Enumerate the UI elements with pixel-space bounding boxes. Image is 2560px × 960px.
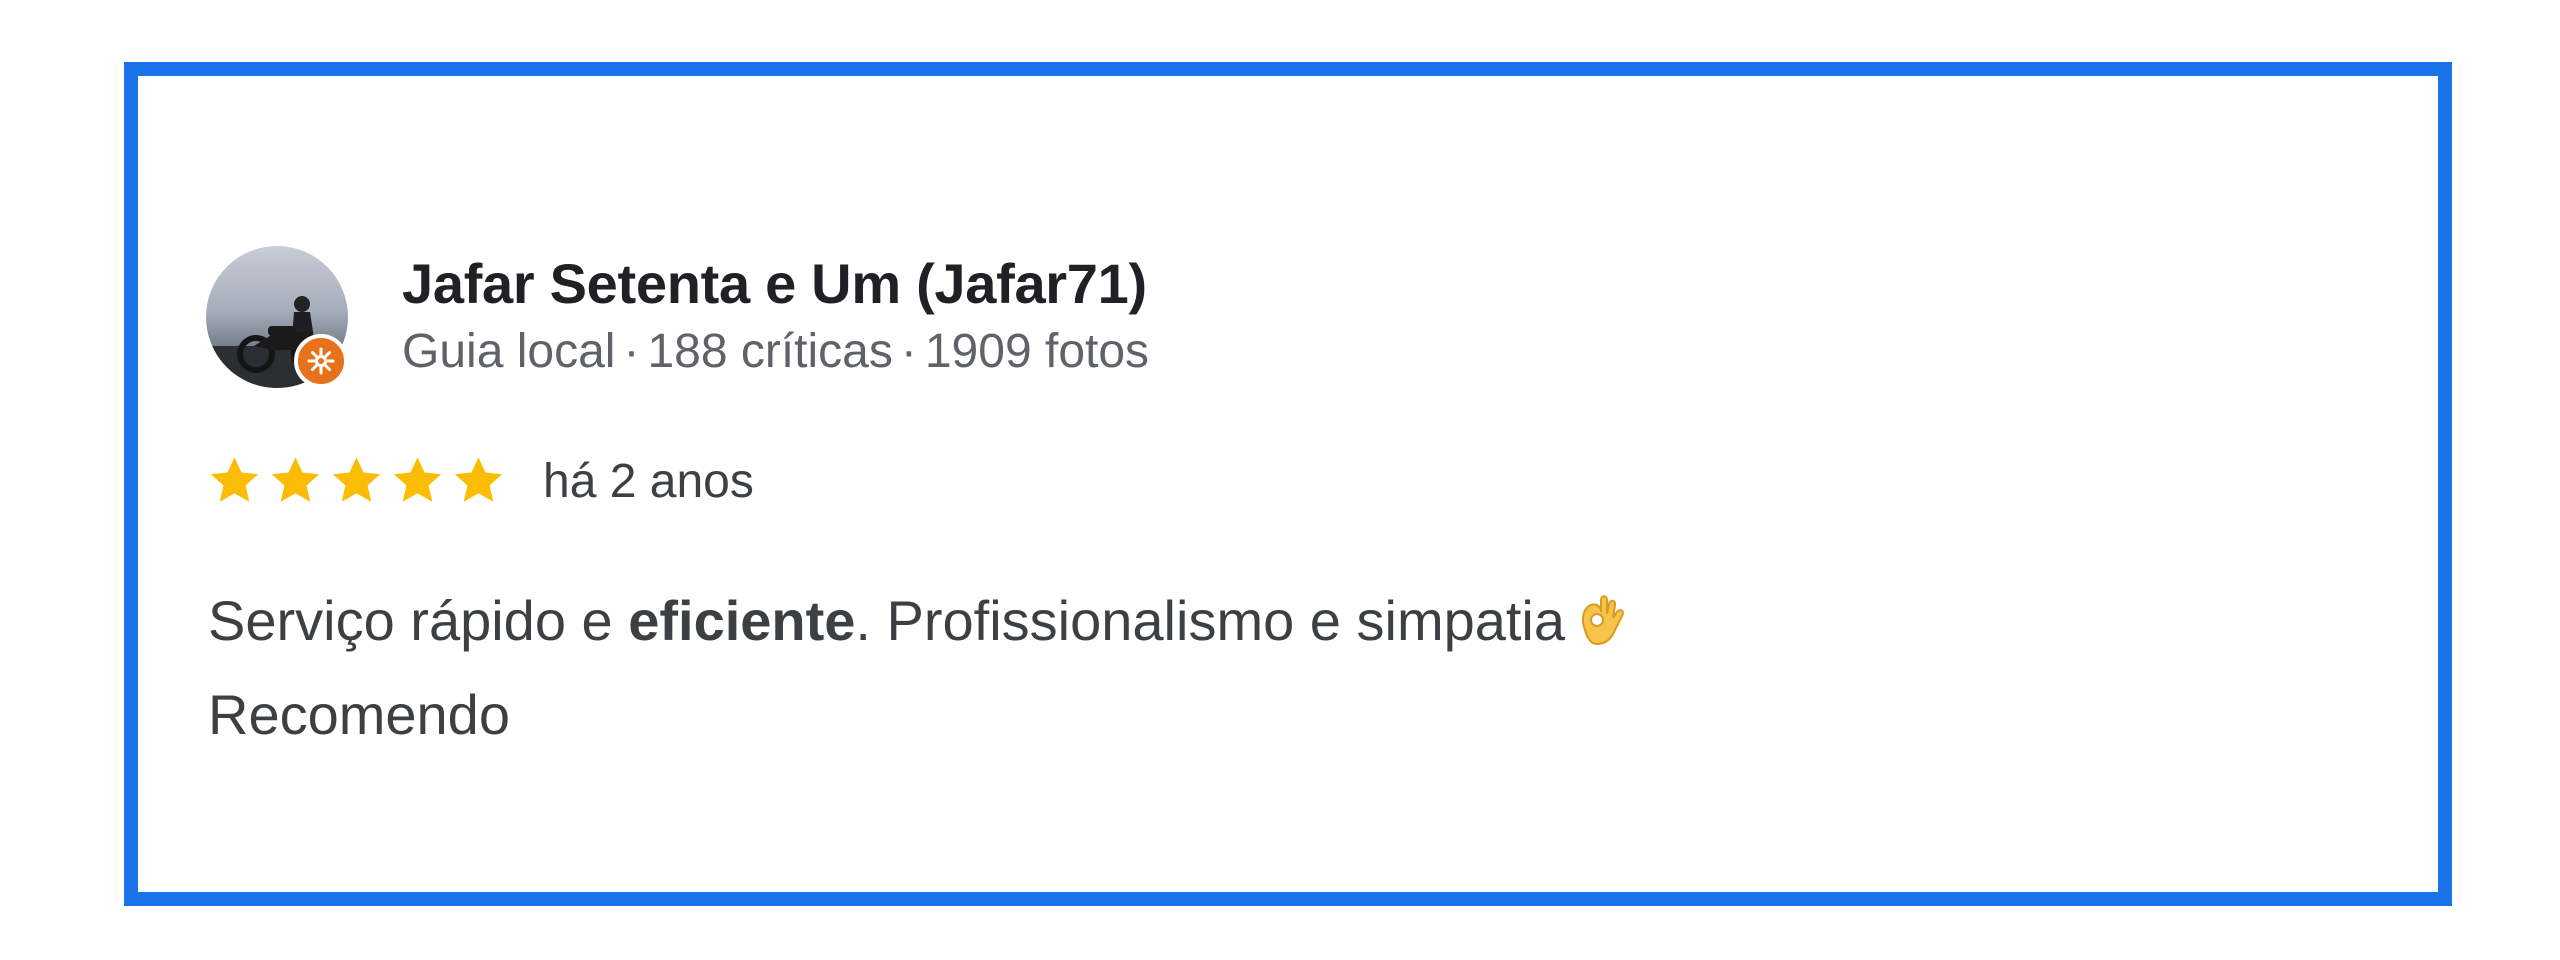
review-text-bold: eficiente (628, 589, 856, 652)
reviews-count: 188 críticas (647, 325, 893, 378)
review-text: Serviço rápido e eficiente. Profissional… (208, 578, 2308, 758)
local-guide-badge-icon (294, 334, 348, 388)
rating-row: há 2 anos (204, 452, 754, 510)
star-icon (393, 457, 442, 502)
author-meta: Guia local · 188 críticas · 1909 fotos (402, 320, 1149, 384)
author-info: Jafar Setenta e Um (Jafar71) Guia local ·… (402, 250, 1149, 384)
review-text-part1: Serviço rápido e (208, 589, 629, 652)
review-card: Jafar Setenta e Um (Jafar71) Guia local ·… (124, 62, 2452, 906)
separator: · (900, 325, 917, 378)
review-time: há 2 anos (543, 454, 754, 508)
local-guide-label: Guia local (402, 325, 616, 378)
author-name[interactable]: Jafar Setenta e Um (Jafar71) (402, 250, 1149, 318)
review-text-line2: Recomendo (208, 683, 510, 746)
ok-hand-emoji-icon (1575, 586, 1625, 672)
star-icon (332, 457, 381, 502)
star-rating (204, 452, 509, 510)
star-icon (210, 457, 259, 502)
star-icon (454, 457, 503, 502)
review-header: Jafar Setenta e Um (Jafar71) Guia local ·… (206, 246, 1149, 388)
star-icon (271, 457, 320, 502)
photos-count: 1909 fotos (924, 325, 1150, 378)
avatar[interactable] (206, 246, 348, 388)
separator: · (623, 325, 640, 378)
review-text-part2: . Profissionalismo e simpatia (855, 589, 1566, 652)
